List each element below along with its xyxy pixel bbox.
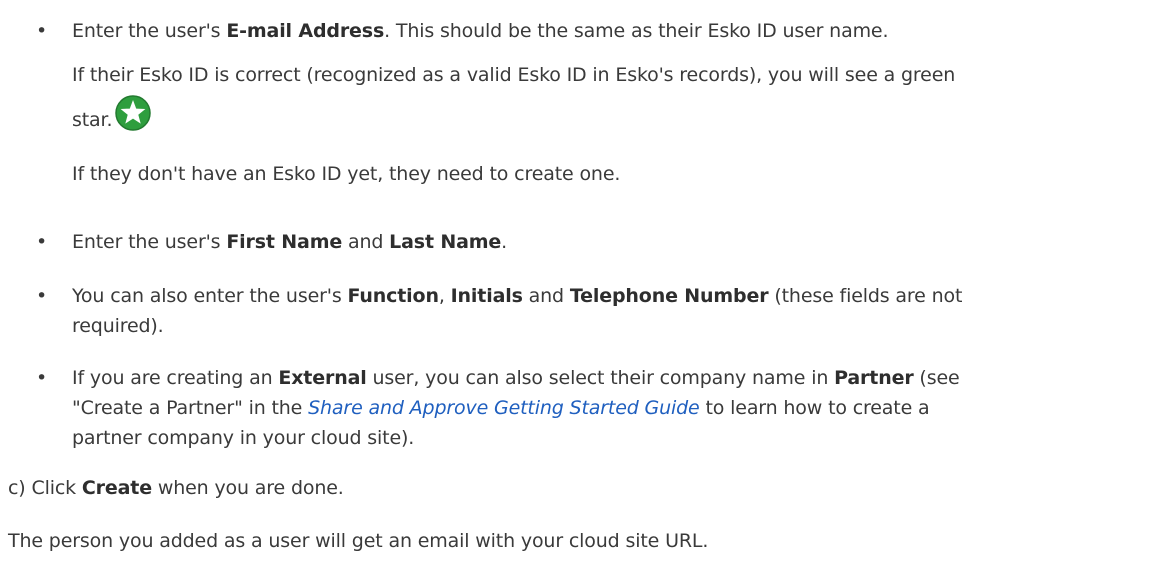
text-segment: , [438, 285, 451, 307]
green-star-icon [114, 94, 152, 132]
text-segment: . [501, 231, 508, 253]
bold-term: Initials [450, 285, 523, 307]
bold-term: Function [347, 285, 439, 307]
bold-term: Create [81, 477, 152, 499]
bullet-marker: • [36, 367, 48, 389]
text-segment: "Create a Partner" in the [72, 397, 309, 419]
text-segment: Click [25, 477, 82, 499]
text-segment: Enter the user's [72, 20, 227, 42]
bold-term: Last Name [389, 231, 502, 253]
bold-term: First Name [226, 231, 343, 253]
text-segment: (these fields are not [768, 285, 963, 307]
esko-id-note-line1: If their Esko ID is correct (recognized … [72, 64, 956, 86]
text-segment: and [522, 285, 570, 307]
bullet-marker: • [36, 285, 48, 307]
list-item-optional-fields: • You can also enter the user's Function… [36, 281, 1152, 341]
step-c: c) Click Create when you are done. [8, 473, 1148, 503]
list-item-line: partner company in your cloud site). [72, 427, 415, 449]
text-segment: (see [913, 367, 960, 389]
esko-id-note: If their Esko ID is correct (recognized … [72, 59, 1152, 137]
list-item-line: If you are creating an External user, yo… [72, 363, 1152, 393]
getting-started-guide-link[interactable]: Share and Approve Getting Started Guide [308, 397, 700, 419]
text-segment: If you are creating an [72, 367, 279, 389]
esko-id-note-line2: star. [72, 94, 1152, 137]
list-item-name: • Enter the user's First Name and Last N… [36, 227, 1152, 257]
text-segment: and [342, 231, 390, 253]
text-segment: . This should be the same as their Esko … [384, 20, 889, 42]
list-item-line: required). [72, 315, 164, 337]
bold-term: Partner [834, 367, 914, 389]
star-label: star. [72, 109, 113, 131]
text-segment: when you are done. [151, 477, 344, 499]
list-item-email: • Enter the user's E-mail Address. This … [36, 16, 1152, 46]
final-note: The person you added as a user will get … [8, 530, 709, 552]
list-item-external-partner: • If you are creating an External user, … [36, 363, 1152, 453]
list-item-line: "Create a Partner" in the Share and Appr… [72, 393, 1152, 423]
text-segment: to learn how to create a [699, 397, 930, 419]
document-page: • Enter the user's E-mail Address. This … [0, 0, 1158, 586]
step-marker: c) [8, 477, 26, 499]
list-item-line: You can also enter the user's Function, … [72, 281, 1152, 311]
text-segment: You can also enter the user's [72, 285, 348, 307]
no-esko-id-note: If they don't have an Esko ID yet, they … [72, 163, 621, 185]
bullet-marker: • [36, 231, 48, 253]
bold-term: E-mail Address [226, 20, 385, 42]
bold-term: Telephone Number [569, 285, 769, 307]
bold-term: External [278, 367, 367, 389]
bullet-marker: • [36, 20, 48, 42]
text-segment: user, you can also select their company … [366, 367, 835, 389]
text-segment: Enter the user's [72, 231, 227, 253]
